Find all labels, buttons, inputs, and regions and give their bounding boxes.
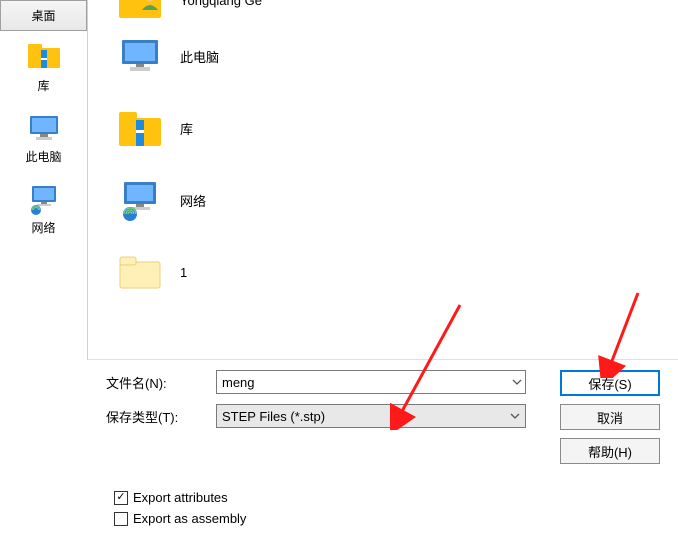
network-icon xyxy=(112,172,168,228)
button-label: 帮助(H) xyxy=(588,442,632,461)
checkbox-icon xyxy=(114,491,128,505)
button-label: 取消 xyxy=(597,408,623,427)
computer-icon xyxy=(112,28,168,84)
list-item-label: 1 xyxy=(180,265,187,280)
sidebar-item-label: 此电脑 xyxy=(25,148,61,165)
list-item[interactable]: 1 xyxy=(112,236,678,308)
sidebar-item-libraries[interactable]: 库 xyxy=(0,31,87,102)
computer-icon xyxy=(26,110,62,146)
folder-icon xyxy=(112,244,168,300)
export-options: Export attributes Export as assembly xyxy=(114,490,246,532)
cancel-button[interactable]: 取消 xyxy=(560,404,660,430)
sidebar-item-network[interactable]: 网络 xyxy=(0,173,87,244)
save-button[interactable]: 保存(S) xyxy=(560,370,660,396)
list-item[interactable]: 此电脑 xyxy=(112,20,678,92)
export-attributes-checkbox[interactable]: Export attributes xyxy=(114,490,246,505)
libraries-icon xyxy=(26,39,62,75)
filename-label: 文件名(N): xyxy=(106,373,216,392)
checkbox-icon xyxy=(114,512,128,526)
places-sidebar: 桌面 库 此电脑 网络 xyxy=(0,0,88,360)
user-folder-icon xyxy=(112,0,168,28)
export-assembly-checkbox[interactable]: Export as assembly xyxy=(114,511,246,526)
sidebar-tab-desktop[interactable]: 桌面 xyxy=(0,0,87,31)
help-button[interactable]: 帮助(H) xyxy=(560,438,660,464)
checkbox-label: Export attributes xyxy=(133,490,228,505)
sidebar-item-label: 网络 xyxy=(31,219,55,236)
file-list: Yongqiang Ge 此电脑 库 网络 1 xyxy=(88,0,678,360)
filetype-select[interactable]: STEP Files (*.stp) xyxy=(216,404,526,428)
sidebar-tab-label: 桌面 xyxy=(31,9,55,23)
sidebar-item-label: 库 xyxy=(37,77,49,94)
network-icon xyxy=(26,181,62,217)
filename-input[interactable] xyxy=(216,370,526,394)
list-item[interactable]: 网络 xyxy=(112,164,678,236)
sidebar-item-this-pc[interactable]: 此电脑 xyxy=(0,102,87,173)
list-item-label: 网络 xyxy=(180,191,206,210)
list-item-label: Yongqiang Ge xyxy=(180,0,262,8)
filetype-value: STEP Files (*.stp) xyxy=(222,409,325,424)
list-item[interactable]: 库 xyxy=(112,92,678,164)
list-item-label: 库 xyxy=(180,119,193,138)
list-item[interactable]: Yongqiang Ge xyxy=(112,0,678,20)
checkbox-label: Export as assembly xyxy=(133,511,246,526)
libraries-icon xyxy=(112,100,168,156)
filetype-label: 保存类型(T): xyxy=(106,407,216,426)
button-column: 保存(S) 取消 帮助(H) xyxy=(560,370,660,472)
list-item-label: 此电脑 xyxy=(180,47,219,66)
button-label: 保存(S) xyxy=(588,374,631,393)
